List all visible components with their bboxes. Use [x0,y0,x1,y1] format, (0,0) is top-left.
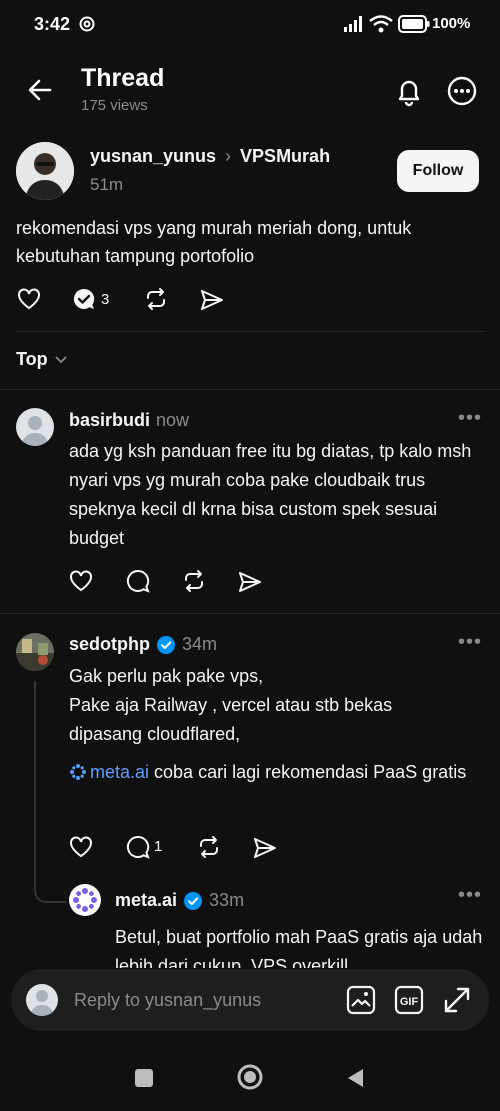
topic-separator: › [225,146,232,166]
verified-badge-icon [156,635,176,655]
comment-icon[interactable] [125,834,151,860]
reply-text: Gak perlu pak pake vps, [69,666,264,686]
thread-line [34,681,36,889]
meta-ai-icon [69,763,87,781]
image-icon[interactable] [346,985,376,1015]
reply-input[interactable]: Reply to yusnan_yunus [74,990,261,1011]
follow-button[interactable]: Follow [397,150,479,192]
like-icon[interactable] [68,568,94,594]
threads-notification-icon [78,15,96,33]
share-icon[interactable] [237,569,263,595]
reply-time: 33m [209,890,245,910]
thread-line-curve [34,887,66,903]
reply-time: now [156,410,190,430]
post-author-row: yusnan_yunus › VPSMurah [90,146,330,167]
page-title: Thread [81,64,165,92]
status-bar: 3:42 100% [0,0,500,50]
sort-dropdown[interactable]: Top [16,349,68,370]
recent-apps-icon[interactable] [134,1068,154,1088]
reply-count: 1 [154,838,163,855]
reply-text: ada yg ksh panduan free itu bg diatas, t… [69,441,472,548]
reply-author[interactable]: sedotphp [69,634,150,655]
bell-icon[interactable] [393,75,425,107]
repost-icon[interactable] [181,568,207,594]
avatar [26,984,58,1016]
reply-count: 3 [101,291,110,308]
comment-icon[interactable] [125,568,151,594]
chevron-down-icon [54,355,68,365]
mention-link[interactable]: meta.ai [90,762,149,782]
svg-text:GIF: GIF [400,996,419,1008]
verified-badge-icon [183,891,203,911]
reply-header: meta.ai 33m [115,890,244,911]
back-nav-icon[interactable] [345,1067,365,1089]
more-icon[interactable]: ••• [458,631,482,654]
reply-text-suffix: coba cari lagi rekomendasi PaaS gratis [149,762,467,782]
like-icon[interactable] [16,286,42,312]
home-icon[interactable] [236,1063,264,1091]
divider [0,389,500,390]
post-topic[interactable]: VPSMurah [240,146,330,167]
post-time: 51m [90,175,124,194]
more-icon[interactable]: ••• [458,407,482,430]
more-options-icon[interactable] [446,75,478,107]
post-author[interactable]: yusnan_yunus [90,146,216,167]
system-nav-bar [0,1040,500,1111]
post-text: rekomendasi vps yang murah meriah dong, … [16,218,412,266]
expand-icon[interactable] [442,985,472,1015]
reply-time: 34m [182,634,218,654]
reply-author[interactable]: basirbudi [69,410,150,431]
sort-label: Top [16,349,48,369]
replied-icon[interactable] [72,287,96,311]
gif-icon[interactable]: GIF [394,985,424,1015]
signal-icon [343,15,365,33]
avatar[interactable] [16,142,74,200]
reply-header: basirbudi now [69,410,189,431]
status-time: 3:42 [34,14,71,34]
reply-composer[interactable]: Reply to yusnan_yunus GIF [11,969,489,1031]
reply-text-with-mention: meta.ai coba cari lagi rekomendasi PaaS … [69,758,469,787]
share-icon[interactable] [199,287,225,313]
repost-icon[interactable] [196,834,222,860]
wifi-icon [368,14,394,34]
avatar[interactable] [16,408,54,446]
view-count: 175 views [81,97,148,114]
reply-text: Pake aja Railway , vercel atau stb bekas… [69,695,393,744]
share-icon[interactable] [252,835,278,861]
reply-text: Betul, buat portfolio mah PaaS gratis aj… [115,927,483,968]
repost-icon[interactable] [143,286,169,312]
avatar[interactable] [16,633,54,671]
reply-header: sedotphp 34m [69,634,217,655]
divider [0,613,500,614]
back-arrow-icon[interactable] [26,76,54,104]
battery-level: 100% [432,15,471,32]
more-icon[interactable]: ••• [458,884,482,907]
reply-author[interactable]: meta.ai [115,890,177,911]
avatar[interactable] [69,884,101,916]
divider [16,331,484,332]
like-icon[interactable] [68,834,94,860]
battery-icon [398,15,430,33]
